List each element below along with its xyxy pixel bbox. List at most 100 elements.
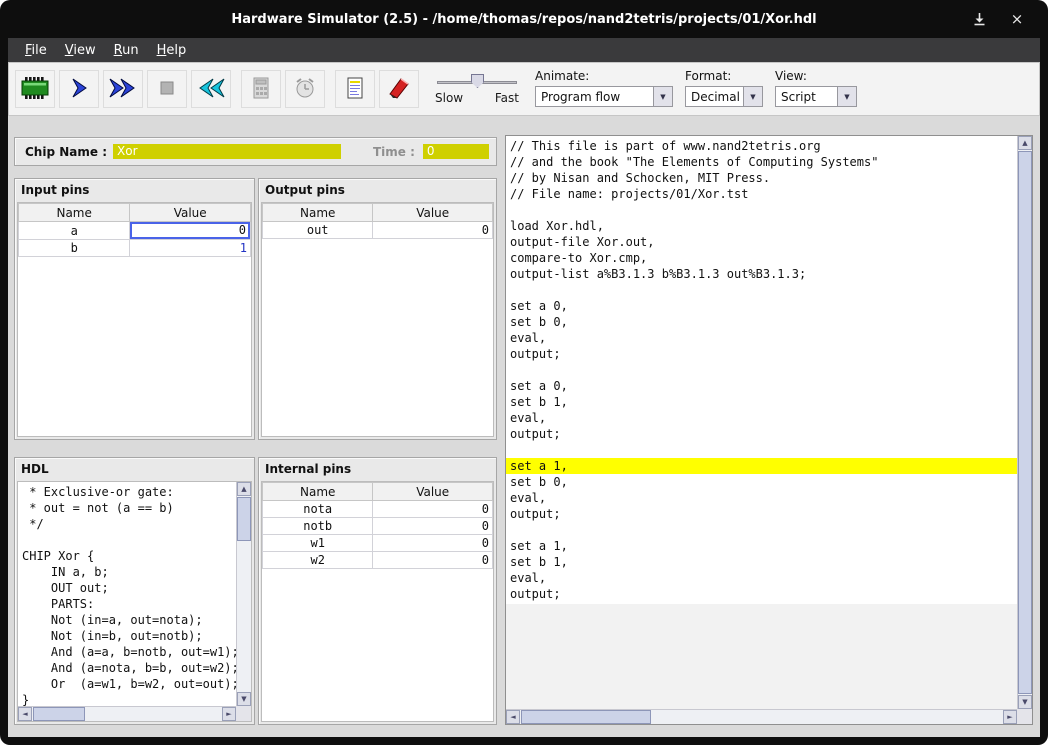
code-line-highlighted: set a 1, bbox=[506, 458, 1017, 474]
code-line: output; bbox=[506, 506, 1017, 522]
reset-button[interactable] bbox=[191, 70, 231, 108]
code-line bbox=[506, 442, 1017, 458]
view-select[interactable]: Script ▼ bbox=[775, 86, 857, 107]
code-line: IN a, b; bbox=[18, 564, 236, 580]
code-line: // and the book "The Elements of Computi… bbox=[506, 154, 1017, 170]
scroll-right-icon[interactable]: ► bbox=[1003, 710, 1017, 724]
chevron-down-icon[interactable]: ▼ bbox=[837, 87, 856, 106]
fast-forward-icon bbox=[108, 77, 138, 102]
code-line: load Xor.hdl, bbox=[506, 218, 1017, 234]
single-step-button[interactable] bbox=[59, 70, 99, 108]
code-line: And (a=nota, b=b, out=w2); bbox=[18, 660, 236, 676]
scrollbar-thumb[interactable] bbox=[1018, 151, 1032, 694]
code-line bbox=[506, 202, 1017, 218]
code-line: Not (in=b, out=notb); bbox=[18, 628, 236, 644]
animate-group: Animate: Program flow ▼ bbox=[535, 66, 673, 107]
pin-row: notb0 bbox=[263, 518, 493, 535]
script-horizontal-scrollbar[interactable]: ◄ ► bbox=[506, 709, 1017, 724]
scrollbar-thumb[interactable] bbox=[33, 707, 85, 721]
pin-value[interactable]: 1 bbox=[130, 240, 251, 257]
run-button[interactable] bbox=[103, 70, 143, 108]
code-line: * Exclusive-or gate: bbox=[18, 484, 236, 500]
code-line: set b 1, bbox=[506, 554, 1017, 570]
hdl-panel: HDL * Exclusive-or gate: * out = not (a … bbox=[14, 457, 255, 725]
calculator-button[interactable] bbox=[241, 70, 281, 108]
scroll-up-icon[interactable]: ▲ bbox=[1018, 136, 1032, 150]
pin-row: a0 bbox=[19, 222, 251, 240]
speed-slider[interactable] bbox=[435, 73, 519, 90]
scroll-down-icon[interactable]: ▼ bbox=[237, 692, 251, 706]
pin-value[interactable]: 0 bbox=[373, 501, 493, 518]
scrollbar-thumb[interactable] bbox=[521, 710, 651, 724]
format-select[interactable]: Decimal ▼ bbox=[685, 86, 763, 107]
pin-value[interactable]: 0 bbox=[373, 552, 493, 569]
code-line: PARTS: bbox=[18, 596, 236, 612]
scrollbar-corner bbox=[1017, 709, 1032, 724]
pin-value[interactable]: 0 bbox=[373, 518, 493, 535]
scroll-left-icon[interactable]: ◄ bbox=[18, 707, 32, 721]
close-icon[interactable]: × bbox=[1008, 10, 1026, 28]
output-pins-table: NameValueout0 bbox=[261, 202, 494, 437]
view-hdl-button[interactable] bbox=[335, 70, 375, 108]
calculator-icon bbox=[251, 77, 271, 102]
code-line: compare-to Xor.cmp, bbox=[506, 250, 1017, 266]
hdl-vertical-scrollbar[interactable]: ▲ ▼ bbox=[236, 482, 251, 706]
pin-name: w1 bbox=[263, 535, 373, 552]
column-header: Name bbox=[263, 483, 373, 501]
pin-row: nota0 bbox=[263, 501, 493, 518]
pins-table: NameValuenota0notb0w10w20 bbox=[262, 482, 493, 569]
code-line: output-list a%B3.1.3 b%B3.1.3 out%B3.1.3… bbox=[506, 266, 1017, 282]
code-line: OUT out; bbox=[18, 580, 236, 596]
pin-value[interactable]: 0 bbox=[373, 222, 493, 239]
pin-name: nota bbox=[263, 501, 373, 518]
code-line: // File name: projects/01/Xor.tst bbox=[506, 186, 1017, 202]
menu-mnemonic: R bbox=[114, 43, 122, 58]
pin-value[interactable]: 0 bbox=[130, 222, 251, 240]
menu-run[interactable]: Run bbox=[105, 40, 148, 61]
load-chip-button[interactable] bbox=[15, 70, 55, 108]
chip-name-field[interactable]: Xor bbox=[113, 144, 341, 159]
pins-table: NameValuea0b1 bbox=[18, 203, 251, 257]
slider-thumb[interactable] bbox=[471, 74, 484, 88]
chevron-down-icon[interactable]: ▼ bbox=[653, 87, 672, 106]
scroll-left-icon[interactable]: ◄ bbox=[506, 710, 520, 724]
pin-value-editor[interactable]: 0 bbox=[130, 222, 250, 239]
chip-icon bbox=[21, 77, 49, 102]
download-icon[interactable] bbox=[970, 10, 988, 28]
code-line bbox=[506, 282, 1017, 298]
clear-button[interactable] bbox=[379, 70, 419, 108]
menu-file[interactable]: File bbox=[16, 40, 56, 61]
code-line: output; bbox=[506, 586, 1017, 602]
output-pins-panel: Output pins NameValueout0 bbox=[258, 178, 497, 440]
input-pins-panel: Input pins NameValuea0b1 bbox=[14, 178, 255, 440]
pin-row: out0 bbox=[263, 222, 493, 239]
time-field: 0 bbox=[423, 144, 489, 159]
menu-bar: FileViewRunHelp bbox=[8, 38, 1040, 62]
code-line: And (a=a, b=notb, out=w1); bbox=[18, 644, 236, 660]
menu-mnemonic: F bbox=[25, 43, 32, 58]
scroll-right-icon[interactable]: ► bbox=[222, 707, 236, 721]
menu-view[interactable]: View bbox=[56, 40, 105, 61]
code-line: CHIP Xor { bbox=[18, 548, 236, 564]
menu-help[interactable]: Help bbox=[148, 40, 196, 61]
chip-bar: Chip Name : Xor Time : 0 bbox=[14, 137, 497, 166]
pin-value[interactable]: 0 bbox=[373, 535, 493, 552]
title-bar: Hardware Simulator (2.5) - /home/thomas/… bbox=[8, 0, 1040, 38]
column-header: Value bbox=[373, 204, 493, 222]
scrollbar-thumb[interactable] bbox=[237, 497, 251, 541]
script-vertical-scrollbar[interactable]: ▲ ▼ bbox=[1017, 136, 1032, 709]
animate-select[interactable]: Program flow ▼ bbox=[535, 86, 673, 107]
clock-button[interactable] bbox=[285, 70, 325, 108]
scroll-down-icon[interactable]: ▼ bbox=[1018, 695, 1032, 709]
internal-pins-table: NameValuenota0notb0w10w20 bbox=[261, 481, 494, 722]
code-line: set a 0, bbox=[506, 378, 1017, 394]
code-line: eval, bbox=[506, 410, 1017, 426]
scroll-up-icon[interactable]: ▲ bbox=[237, 482, 251, 496]
code-line: eval, bbox=[506, 570, 1017, 586]
hdl-horizontal-scrollbar[interactable]: ◄ ► bbox=[18, 706, 236, 721]
pin-row: b1 bbox=[19, 240, 251, 257]
chevron-down-icon[interactable]: ▼ bbox=[743, 87, 762, 106]
stop-button[interactable] bbox=[147, 70, 187, 108]
script-panel: // This file is part of www.nand2tetris.… bbox=[505, 135, 1033, 725]
script-view: // This file is part of www.nand2tetris.… bbox=[506, 136, 1017, 709]
